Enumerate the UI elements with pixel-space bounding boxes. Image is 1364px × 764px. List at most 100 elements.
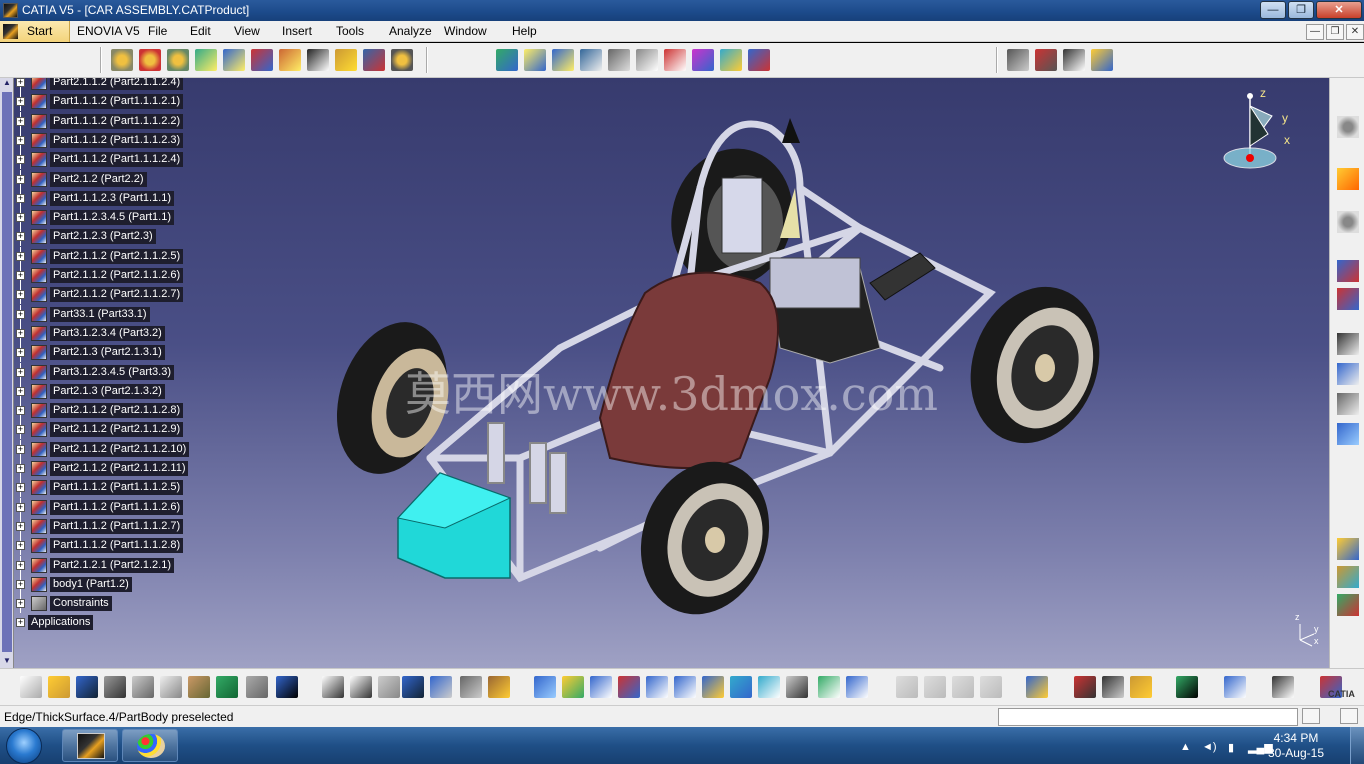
tree-item[interactable]: + Part2.1.1.2 (Part2.1.1.2.9) xyxy=(14,420,214,440)
tree-item[interactable]: + Part3.1.2.3.4.5 (Part3.3) xyxy=(14,362,214,382)
magic-wand-icon[interactable] xyxy=(1091,49,1113,71)
tree-expand-icon[interactable] xyxy=(430,676,452,698)
system-clock[interactable]: 4:34 PM 30-Aug-15 xyxy=(1268,731,1324,761)
menu-analyze[interactable]: Analyze xyxy=(389,24,432,38)
gear-part-icon[interactable] xyxy=(167,49,189,71)
expand-plus-icon[interactable]: + xyxy=(16,328,25,338)
fit-all-icon[interactable] xyxy=(562,676,584,698)
close-button[interactable]: ✕ xyxy=(1316,1,1362,19)
gear-product-icon[interactable] xyxy=(111,49,133,71)
grid-icon[interactable] xyxy=(1272,676,1294,698)
multi-view-icon[interactable] xyxy=(730,676,752,698)
cut-icon[interactable] xyxy=(132,676,154,698)
fix-component-icon[interactable] xyxy=(748,49,770,71)
minimize-button[interactable]: — xyxy=(1260,1,1286,19)
tree-item[interactable]: + Part1.1.1.2 (Part1.1.1.2.2) xyxy=(14,111,214,131)
expand-plus-icon[interactable]: + xyxy=(16,560,25,570)
windows-start-button[interactable] xyxy=(6,728,42,764)
menu-window[interactable]: Window xyxy=(444,24,487,38)
measure-between-icon[interactable] xyxy=(1074,676,1096,698)
tree-item[interactable]: + Part2.1.1.2 (Part2.1.1.2.11) xyxy=(14,459,214,478)
expand-plus-icon[interactable]: + xyxy=(16,541,25,551)
save-icon[interactable] xyxy=(76,676,98,698)
bom-icon[interactable] xyxy=(488,676,510,698)
tree-applications[interactable]: + Applications xyxy=(14,613,214,632)
menu-view[interactable]: View xyxy=(234,24,260,38)
tree-item[interactable]: + Part2.1.2.1 (Part2.1.2.1) xyxy=(14,555,214,575)
tree-item[interactable]: + Part2.1.1.2 (Part2.1.1.2.10) xyxy=(14,439,214,459)
undo-icon[interactable] xyxy=(216,676,238,698)
tree-item[interactable]: + Part2.1.1.2 (Part2.1.1.2.6) xyxy=(14,266,214,285)
comment-icon[interactable] xyxy=(350,676,372,698)
paste-icon[interactable] xyxy=(188,676,210,698)
expand-plus-icon[interactable]: + xyxy=(16,97,25,107)
menu-help[interactable]: Help xyxy=(512,24,537,38)
menu-enovia[interactable]: ENOVIA V5 xyxy=(77,24,140,38)
open-folder-icon[interactable] xyxy=(48,676,70,698)
compass[interactable]: z y x xyxy=(1210,86,1300,176)
menu-tools[interactable]: Tools xyxy=(336,24,364,38)
disabled-1-icon[interactable] xyxy=(896,676,918,698)
multi-instantiation-icon[interactable] xyxy=(391,49,413,71)
whats-this-icon[interactable] xyxy=(276,676,298,698)
offset-constraint-icon[interactable] xyxy=(692,49,714,71)
scene-icon[interactable] xyxy=(1337,423,1359,445)
swap-space-icon[interactable] xyxy=(846,676,868,698)
rotate-icon[interactable] xyxy=(618,676,640,698)
tree-item[interactable]: + Part2.1.3 (Part2.1.3.2) xyxy=(14,381,214,401)
expand-plus-icon[interactable]: + xyxy=(16,618,25,628)
assembly-lock-icon[interactable] xyxy=(460,676,482,698)
replace-component-icon[interactable] xyxy=(251,49,273,71)
copy-icon[interactable] xyxy=(160,676,182,698)
tree-item[interactable]: + Part33.1 (Part33.1) xyxy=(14,304,214,324)
zoom-in-icon[interactable] xyxy=(646,676,668,698)
eraser-icon[interactable] xyxy=(1224,676,1246,698)
tree-item[interactable]: + Part2.1.1.2 (Part2.1.1.2.8) xyxy=(14,401,214,421)
status-restore-button[interactable] xyxy=(1302,708,1320,724)
tree-item[interactable]: + Part3.1.2.3.4 (Part3.2) xyxy=(14,323,214,343)
tree-item[interactable]: + Part1.1.1.2 (Part1.1.1.2.1) xyxy=(14,92,214,112)
expand-plus-icon[interactable]: + xyxy=(16,135,25,145)
expand-plus-icon[interactable]: + xyxy=(16,386,25,396)
graph-tree-reorder-icon[interactable] xyxy=(279,49,301,71)
measure-item-icon[interactable] xyxy=(1102,676,1124,698)
tree-item[interactable]: + Part1.1.1.2 (Part1.1.1.2.8) xyxy=(14,536,214,556)
tree-item[interactable]: + Part2.1.3 (Part2.1.3.1) xyxy=(14,343,214,363)
selective-load-icon[interactable] xyxy=(335,49,357,71)
product-structure-icon[interactable] xyxy=(1337,260,1359,282)
restore-button[interactable]: ❐ xyxy=(1288,1,1314,19)
battery-icon[interactable]: ▮ xyxy=(1228,741,1234,754)
tree-item[interactable]: + Part1.1.1.2 (Part1.1.1.2.6) xyxy=(14,497,214,517)
menu-file[interactable]: File xyxy=(148,24,167,38)
refresh-icon[interactable] xyxy=(1176,676,1198,698)
expand-plus-icon[interactable]: + xyxy=(16,502,25,512)
shading-icon[interactable] xyxy=(786,676,808,698)
expand-plus-icon[interactable]: + xyxy=(16,193,25,203)
knowledge-icon[interactable] xyxy=(378,676,400,698)
tree-item[interactable]: + Part2.1.2.3 (Part2.3) xyxy=(14,227,214,247)
menu-edit[interactable]: Edit xyxy=(190,24,211,38)
expand-plus-icon[interactable]: + xyxy=(16,406,25,416)
taskbar-paint-button[interactable] xyxy=(122,729,178,762)
tree-item[interactable]: + Part1.1.2.3.4.5 (Part1.1) xyxy=(14,208,214,228)
expand-plus-icon[interactable]: + xyxy=(16,271,25,280)
tree-item[interactable]: + Part1.1.1.2 (Part1.1.1.2.3) xyxy=(14,130,214,150)
expand-plus-icon[interactable]: + xyxy=(16,348,25,358)
zoom-out-icon[interactable] xyxy=(674,676,696,698)
iso-view-icon[interactable] xyxy=(758,676,780,698)
flag-note-icon[interactable] xyxy=(1337,393,1359,415)
expand-plus-icon[interactable]: + xyxy=(16,290,25,300)
disabled-2-icon[interactable] xyxy=(924,676,946,698)
stop-manipulate-icon[interactable] xyxy=(608,49,630,71)
mdi-restore-button[interactable]: ❐ xyxy=(1326,24,1344,40)
publication-icon[interactable] xyxy=(1337,566,1359,588)
inertia-icon[interactable] xyxy=(1130,676,1152,698)
gear-settings-icon[interactable] xyxy=(1337,116,1359,138)
tree-item[interactable]: + Part2.1.1.2 (Part2.1.1.2.7) xyxy=(14,285,214,305)
mdi-minimize-button[interactable]: — xyxy=(1306,24,1324,40)
disabled-3-icon[interactable] xyxy=(952,676,974,698)
normal-view-icon[interactable] xyxy=(702,676,724,698)
measure-icon[interactable] xyxy=(1007,49,1029,71)
table-icon[interactable] xyxy=(402,676,424,698)
tree-item[interactable]: + Part1.1.1.2 (Part1.1.1.2.7) xyxy=(14,516,214,536)
